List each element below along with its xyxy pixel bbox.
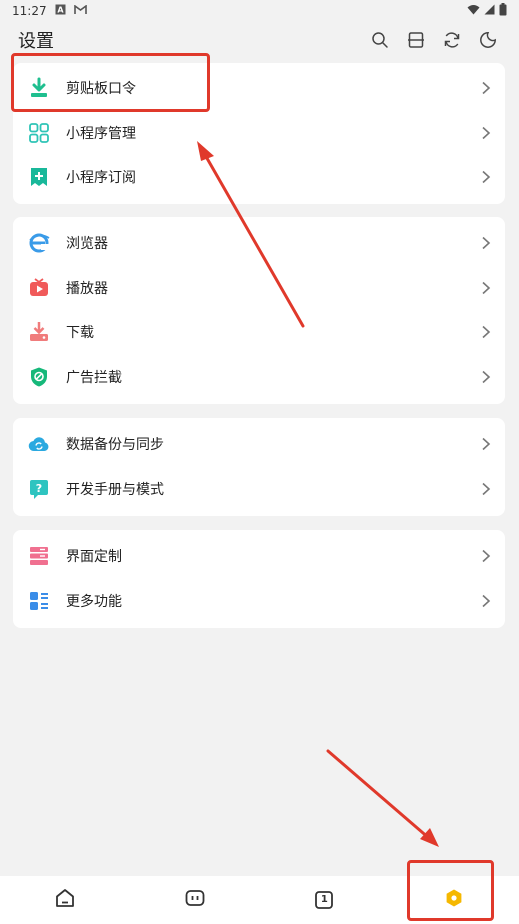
item-label: 界面定制	[66, 549, 122, 566]
nav-home[interactable]	[0, 876, 130, 924]
ad-block-item[interactable]: 广告拦截	[13, 355, 505, 400]
data-backup-sync-item[interactable]: 数据备份与同步	[13, 422, 505, 467]
bottom-nav: 1	[0, 876, 519, 924]
status-time: 11:27	[12, 4, 47, 18]
browser-icon	[28, 232, 50, 254]
chevron-right-icon	[482, 550, 491, 563]
clipboard-command-item[interactable]: 剪贴板口令	[13, 66, 505, 111]
cloud-sync-icon	[28, 433, 50, 455]
settings-group-data: 数据备份与同步 ? 开发手册与模式	[13, 418, 505, 516]
clipboard-download-icon	[28, 77, 50, 99]
search-icon[interactable]	[369, 29, 391, 51]
settings-group-interface: 界面定制 更多功能	[13, 530, 505, 628]
a-notification-icon: A	[55, 4, 66, 18]
chevron-right-icon	[482, 126, 491, 139]
item-label: 小程序订阅	[66, 170, 136, 187]
settings-group-tools: 剪贴板口令 小程序管理 小程序订阅	[13, 63, 505, 204]
home-icon	[54, 887, 76, 913]
chevron-right-icon	[482, 438, 491, 451]
item-label: 播放器	[66, 280, 108, 297]
page-title: 设置	[18, 31, 54, 52]
battery-icon	[499, 3, 507, 19]
chevron-right-icon	[482, 482, 491, 495]
chevron-right-icon	[482, 370, 491, 384]
item-label: 开发手册与模式	[66, 481, 164, 498]
status-bar: 11:27 A	[0, 0, 519, 22]
ui-customize-icon	[28, 545, 50, 567]
refresh-icon[interactable]	[441, 29, 463, 51]
mini-program-subscribe-item[interactable]: 小程序订阅	[13, 155, 505, 200]
item-label: 下载	[66, 325, 94, 342]
subscribe-icon	[28, 166, 50, 188]
item-label: 数据备份与同步	[66, 437, 164, 454]
item-label: 广告拦截	[66, 370, 122, 387]
tab-count: 1	[320, 894, 328, 905]
item-label: 剪贴板口令	[66, 81, 136, 98]
item-label: 浏览器	[66, 236, 108, 253]
mini-program-grid-icon	[28, 122, 50, 144]
gmail-icon	[73, 4, 87, 18]
chevron-right-icon	[482, 281, 491, 294]
chevron-right-icon	[482, 82, 491, 95]
night-mode-icon[interactable]	[477, 29, 499, 51]
nav-settings[interactable]	[389, 876, 519, 924]
annotation-arrow-down	[326, 749, 439, 847]
help-bubble-icon: ?	[28, 478, 50, 500]
svg-text:?: ?	[36, 482, 42, 495]
player-icon	[28, 277, 50, 299]
mini-program-manage-item[interactable]: 小程序管理	[13, 111, 505, 156]
player-item[interactable]: 播放器	[13, 266, 505, 311]
more-features-icon	[28, 590, 50, 612]
ui-customize-item[interactable]: 界面定制	[13, 534, 505, 579]
chevron-right-icon	[482, 326, 491, 339]
nav-mini-program[interactable]	[130, 876, 260, 924]
svg-text:A: A	[57, 6, 64, 15]
wifi-icon	[467, 4, 480, 18]
dev-manual-mode-item[interactable]: ? 开发手册与模式	[13, 467, 505, 512]
chevron-right-icon	[482, 594, 491, 607]
download-icon	[28, 321, 50, 343]
settings-group-browser: 浏览器 播放器 下载 广告拦截	[13, 217, 505, 404]
browser-item[interactable]: 浏览器	[13, 221, 505, 266]
item-label: 更多功能	[66, 593, 122, 610]
chevron-right-icon	[482, 171, 491, 184]
header: 设置	[0, 24, 519, 56]
tabs-count-icon: 1	[314, 890, 334, 910]
mini-program-icon	[184, 887, 206, 913]
ad-block-shield-icon	[28, 366, 50, 388]
scan-icon[interactable]	[405, 29, 427, 51]
download-item[interactable]: 下载	[13, 310, 505, 355]
more-features-item[interactable]: 更多功能	[13, 579, 505, 624]
nav-tabs[interactable]: 1	[260, 876, 390, 924]
chevron-right-icon	[482, 237, 491, 250]
item-label: 小程序管理	[66, 125, 136, 142]
settings-gear-icon	[443, 887, 465, 913]
signal-icon	[484, 4, 495, 18]
